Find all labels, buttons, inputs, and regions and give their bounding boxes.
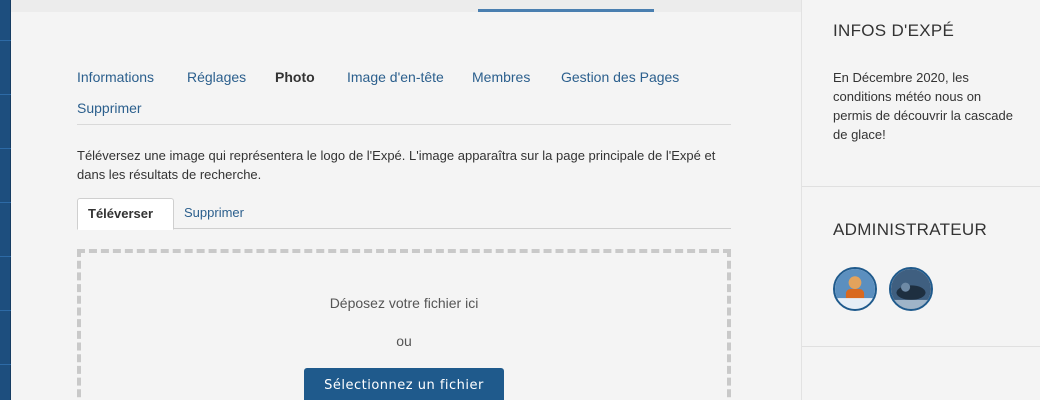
select-file-button[interactable]: Sélectionnez un fichier: [304, 368, 504, 400]
nav-item-image-en-tete[interactable]: Image d'en-tête: [347, 69, 444, 85]
info-body: En Décembre 2020, les conditions météo n…: [833, 70, 1013, 142]
photo-description: Téléversez une image qui représentera le…: [77, 148, 716, 182]
left-sidebar-strip: [0, 0, 11, 400]
subtab-delete[interactable]: Supprimer: [174, 198, 254, 229]
nav-item-gestion-pages[interactable]: Gestion des Pages: [561, 69, 679, 85]
top-header-band: [11, 0, 801, 12]
admin-avatar-icon[interactable]: [889, 267, 933, 311]
admin-title: ADMINISTRATEUR: [833, 220, 988, 239]
nav-item-photo[interactable]: Photo: [275, 69, 315, 85]
drop-text: Déposez votre fichier ici: [329, 295, 479, 311]
sidebar-divider: [802, 186, 1040, 187]
or-text: ou: [396, 333, 412, 349]
nav-item-membres[interactable]: Membres: [472, 69, 530, 85]
nav-item-reglages[interactable]: Réglages: [187, 69, 246, 85]
settings-nav: Informations Réglages Photo Image d'en-t…: [77, 64, 731, 125]
upload-subtabs: Téléverser Supprimer: [77, 198, 731, 230]
info-title: INFOS D'EXPÉ: [833, 21, 955, 40]
nav-item-supprimer[interactable]: Supprimer: [77, 100, 142, 116]
nav-item-informations[interactable]: Informations: [77, 69, 154, 85]
file-dropzone[interactable]: Déposez votre fichier ici ou Sélectionne…: [77, 249, 731, 400]
sidebar-divider: [802, 346, 1040, 347]
expe-sidebar: INFOS D'EXPÉ En Décembre 2020, les condi…: [801, 0, 1040, 400]
subtab-upload[interactable]: Téléverser: [77, 198, 174, 230]
admin-avatar-icon[interactable]: [833, 267, 877, 311]
